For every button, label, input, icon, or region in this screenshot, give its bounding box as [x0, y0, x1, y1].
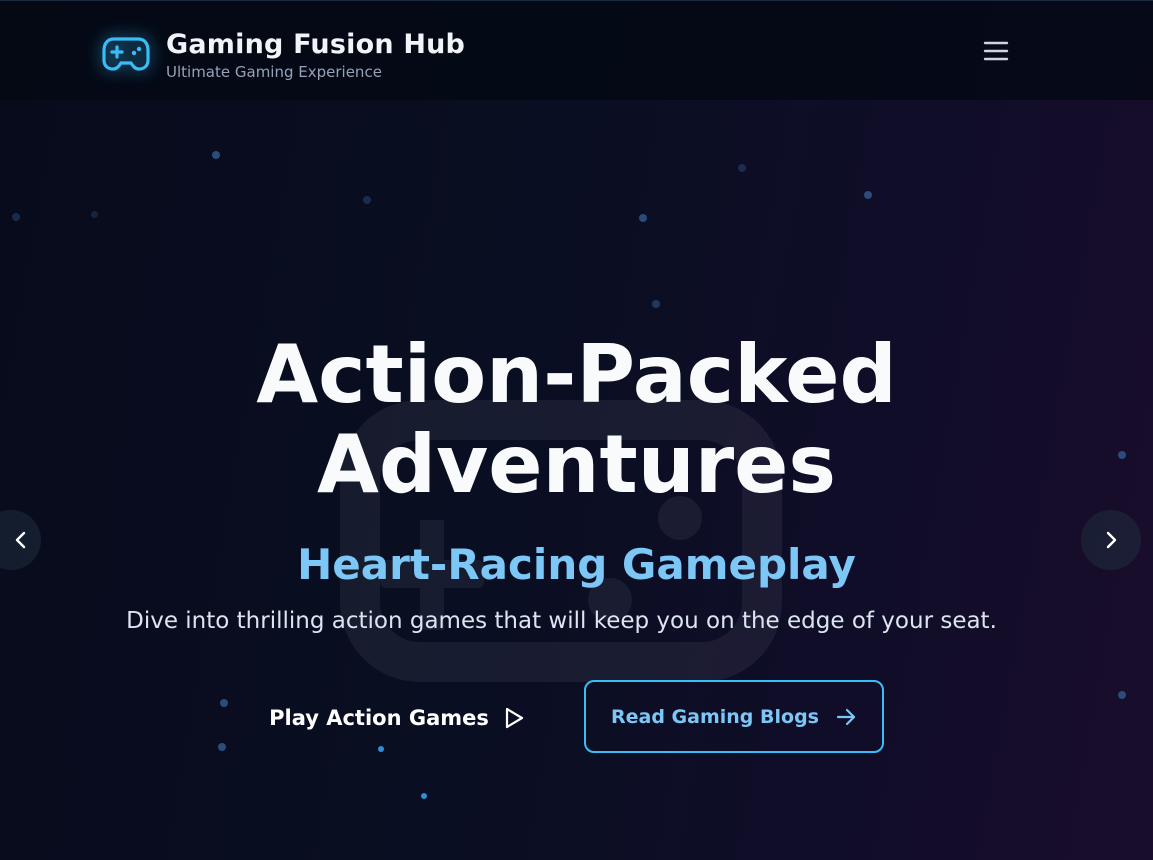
brand-title[interactable]: Gaming Fusion Hub: [166, 29, 465, 60]
hamburger-menu-icon: [983, 41, 1009, 61]
read-gaming-blogs-button[interactable]: Read Gaming Blogs: [584, 680, 884, 753]
carousel-next-button[interactable]: [1081, 510, 1141, 570]
hero-title: Action-Packed Adventures: [0, 330, 1153, 510]
hero-description: Dive into thrilling action games that wi…: [126, 608, 997, 634]
brand-subtitle: Ultimate Gaming Experience: [166, 63, 382, 81]
site-header: Gaming Fusion Hub Ultimate Gaming Experi…: [0, 0, 1153, 100]
particle: [864, 191, 872, 199]
chevron-left-icon: [15, 531, 26, 549]
menu-button[interactable]: [978, 37, 1014, 67]
particle: [212, 151, 220, 159]
particle: [421, 793, 427, 799]
blogs-button-label: Read Gaming Blogs: [611, 705, 819, 728]
hero-subtitle: Heart-Racing Gameplay: [297, 540, 856, 589]
particle: [652, 300, 660, 308]
play-action-games-button[interactable]: Play Action Games: [262, 688, 532, 748]
particle: [12, 213, 20, 221]
particle: [220, 699, 228, 707]
hero-title-line-1: Action-Packed: [256, 328, 897, 421]
play-button-label: Play Action Games: [269, 706, 489, 730]
hero-title-line-2: Adventures: [316, 418, 837, 511]
play-icon: [505, 707, 523, 729]
page: Gaming Fusion Hub Ultimate Gaming Experi…: [0, 0, 1153, 860]
chevron-right-icon: [1106, 531, 1117, 549]
particle: [218, 743, 226, 751]
particle: [363, 196, 371, 204]
particle: [1118, 691, 1126, 699]
gamepad-icon[interactable]: [102, 33, 150, 73]
particle: [639, 214, 647, 222]
particle: [91, 211, 98, 218]
arrow-right-icon: [836, 708, 856, 725]
particle: [738, 164, 746, 172]
